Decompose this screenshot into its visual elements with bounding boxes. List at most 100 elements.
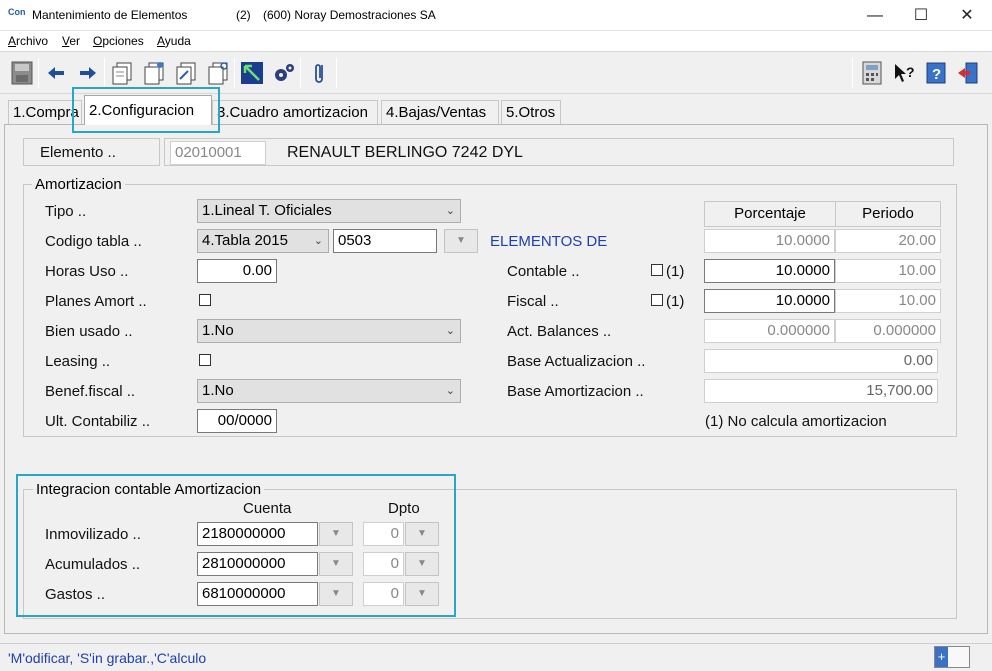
periodo-header: Periodo — [835, 201, 941, 227]
fiscal-label: Fiscal .. — [507, 293, 559, 310]
menu-opciones[interactable]: Opciones — [93, 34, 144, 48]
doc-search-icon[interactable] — [204, 58, 232, 88]
gastos-cuenta-lookup-button[interactable]: ▼ — [319, 582, 353, 606]
leasing-label: Leasing .. — [45, 353, 111, 370]
status-plus-button[interactable]: + — [935, 647, 948, 667]
help-pointer-icon[interactable]: ? — [890, 58, 918, 88]
paperclip-icon[interactable] — [306, 58, 334, 88]
horas-uso-label: Horas Uso .. — [45, 263, 129, 280]
act-balances-periodo-field[interactable]: 0.000000 — [835, 319, 941, 343]
element-info-box — [164, 138, 954, 166]
company-name: (600) Noray Demostraciones SA — [263, 8, 436, 22]
tab-cuadro-amortizacion[interactable]: 3.Cuadro amortizacion — [212, 100, 378, 124]
help-book-icon[interactable]: ? — [922, 58, 950, 88]
tab-highlight-box — [72, 87, 220, 133]
maximize-button[interactable]: ☐ — [898, 0, 944, 31]
inmovilizado-label: Inmovilizado .. — [45, 526, 141, 543]
contable-periodo-field[interactable]: 10.00 — [835, 259, 941, 283]
tabla-porcentaje-field[interactable]: 10.0000 — [704, 229, 835, 253]
contable-checkbox[interactable] — [651, 264, 663, 276]
codigo-tabla-code-field[interactable]: 0503 — [333, 229, 437, 253]
base-amortizacion-field[interactable]: 15,700.00 — [704, 379, 938, 403]
inmovilizado-dpto-lookup-button[interactable]: ▼ — [405, 522, 439, 546]
status-bar: 'M'odificar, 'S'in grabar.,'C'alculo + — [0, 643, 992, 671]
tab-otros[interactable]: 5.Otros — [501, 100, 561, 124]
benef-fiscal-select[interactable]: 1.No ⌄ — [197, 379, 461, 403]
doc-new-icon[interactable] — [140, 58, 168, 88]
element-code-field[interactable]: 02010001 — [170, 141, 266, 165]
title-bar: Con Mantenimiento de Elementos (2) (600)… — [0, 0, 992, 31]
bien-usado-select[interactable]: 1.No ⌄ — [197, 319, 461, 343]
save-icon[interactable] — [8, 58, 36, 88]
doc-edit-icon[interactable] — [172, 58, 200, 88]
calculator-icon[interactable] — [858, 58, 886, 88]
menu-ayuda[interactable]: Ayuda — [157, 34, 191, 48]
tipo-select[interactable]: 1.Lineal T. Oficiales ⌄ — [197, 199, 461, 223]
tipo-label: Tipo .. — [45, 203, 87, 220]
inmovilizado-cuenta-lookup-button[interactable]: ▼ — [319, 522, 353, 546]
menu-archivo[interactable]: Archivo — [8, 34, 48, 48]
codigo-tabla-lookup-button[interactable]: ▼ — [444, 229, 478, 253]
gastos-cuenta-field[interactable]: 6810000000 — [197, 582, 318, 606]
horas-uso-field[interactable]: 0.00 — [197, 259, 277, 283]
svg-text:?: ? — [932, 66, 941, 83]
arrow-right-icon[interactable] — [74, 58, 102, 88]
gastos-dpto-lookup-button[interactable]: ▼ — [405, 582, 439, 606]
element-description: RENAULT BERLINGO 7242 DYL — [287, 144, 523, 161]
inmovilizado-cuenta-field[interactable]: 2180000000 — [197, 522, 318, 546]
ult-contabiliz-field[interactable]: 00/0000 — [197, 409, 277, 433]
acumulados-label: Acumulados .. — [45, 556, 141, 573]
ult-contabiliz-label: Ult. Contabiliz .. — [45, 413, 151, 430]
acumulados-dpto-lookup-button[interactable]: ▼ — [405, 552, 439, 576]
element-label: Elemento .. — [40, 144, 116, 161]
tab-compra[interactable]: 1.Compra — [8, 100, 82, 124]
acumulados-dpto-field[interactable]: 0 — [363, 552, 404, 576]
fiscal-porcentaje-field[interactable]: 10.0000 — [704, 289, 835, 313]
svg-text:?: ? — [906, 64, 915, 80]
status-text: 'M'odificar, 'S'in grabar.,'C'alculo — [8, 650, 207, 666]
tab-bajas-ventas[interactable]: 4.Bajas/Ventas — [381, 100, 499, 124]
close-button[interactable]: ✕ — [944, 0, 990, 31]
amortizacion-title: Amortizacion — [32, 176, 125, 193]
dpto-header: Dpto — [388, 500, 420, 517]
no-calcula-note: (1) No calcula amortizacion — [705, 413, 887, 430]
zoom-arrow-icon[interactable] — [238, 58, 266, 88]
planes-amort-label: Planes Amort .. — [45, 293, 147, 310]
bien-usado-label: Bien usado .. — [45, 323, 133, 340]
contable-flag: (1) — [666, 263, 685, 280]
contable-label: Contable .. — [507, 263, 580, 280]
exit-door-icon[interactable] — [954, 58, 982, 88]
fiscal-checkbox[interactable] — [651, 294, 663, 306]
gastos-dpto-field[interactable]: 0 — [363, 582, 404, 606]
codigo-tabla-select[interactable]: 4.Tabla 2015 ⌄ — [197, 229, 329, 253]
base-actualizacion-label: Base Actualizacion .. — [507, 353, 646, 370]
codigo-tabla-heading: ELEMENTOS DE — [490, 233, 608, 250]
act-balances-porcentaje-field[interactable]: 0.000000 — [704, 319, 835, 343]
act-balances-label: Act. Balances .. — [507, 323, 612, 340]
benef-fiscal-label: Benef.fiscal .. — [45, 383, 136, 400]
app-icon: Con — [8, 7, 26, 17]
fiscal-flag: (1) — [666, 293, 685, 310]
menu-bar: Archivo Ver Opciones Ayuda — [0, 31, 992, 51]
base-actualizacion-field[interactable]: 0.00 — [704, 349, 938, 373]
planes-amort-checkbox[interactable] — [199, 294, 211, 306]
base-amortizacion-label: Base Amortizacion .. — [507, 383, 644, 400]
minimize-button[interactable]: — — [852, 0, 898, 31]
contable-porcentaje-field[interactable]: 10.0000 — [704, 259, 835, 283]
gears-icon[interactable] — [270, 58, 298, 88]
arrow-left-icon[interactable] — [42, 58, 70, 88]
tabla-periodo-field[interactable]: 20.00 — [835, 229, 941, 253]
cuenta-header: Cuenta — [243, 500, 292, 517]
menu-ver[interactable]: Ver — [62, 34, 80, 48]
doc-copy-icon[interactable] — [108, 58, 136, 88]
porcentaje-header: Porcentaje — [704, 201, 836, 227]
leasing-checkbox[interactable] — [199, 354, 211, 366]
window-counter: (2) — [236, 8, 251, 22]
acumulados-cuenta-field[interactable]: 2810000000 — [197, 552, 318, 576]
codigo-tabla-label: Codigo tabla .. — [45, 233, 142, 250]
acumulados-cuenta-lookup-button[interactable]: ▼ — [319, 552, 353, 576]
window-title: Mantenimiento de Elementos — [32, 8, 188, 22]
fiscal-periodo-field[interactable]: 10.00 — [835, 289, 941, 313]
gastos-label: Gastos .. — [45, 586, 106, 603]
inmovilizado-dpto-field[interactable]: 0 — [363, 522, 404, 546]
